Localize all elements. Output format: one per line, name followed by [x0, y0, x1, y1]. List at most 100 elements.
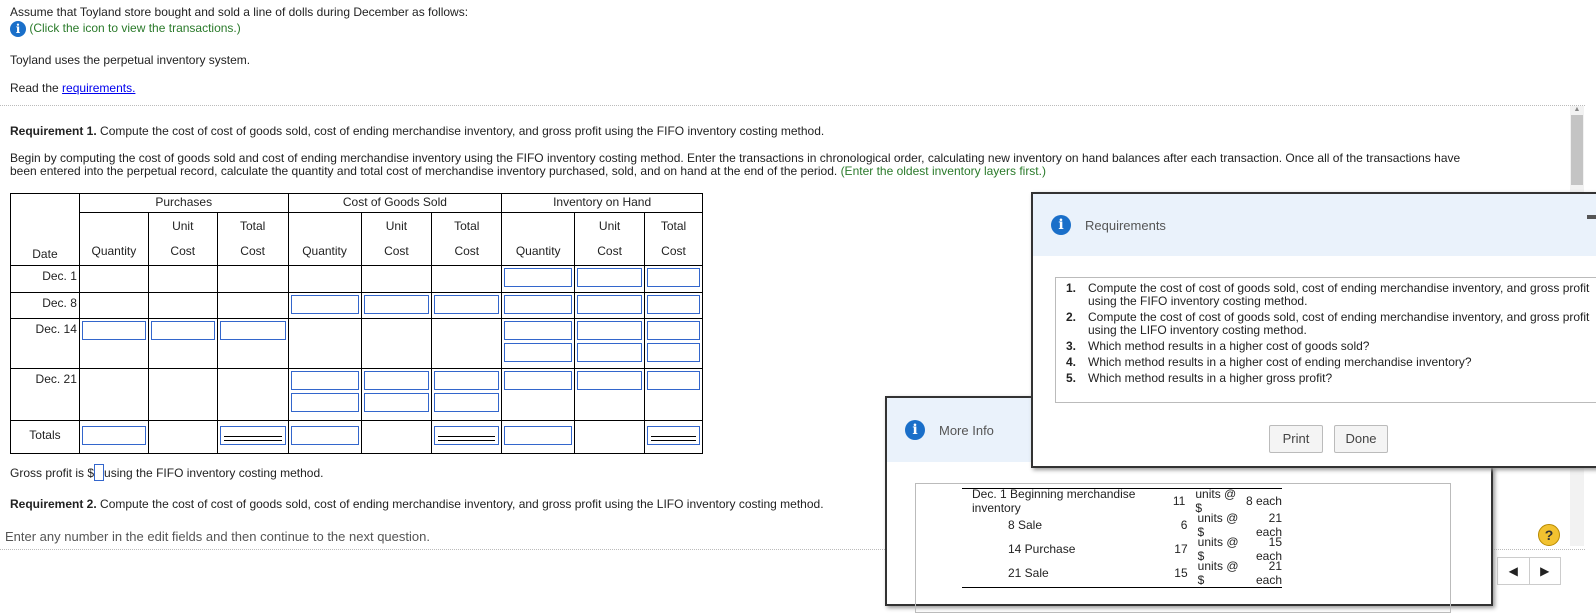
- subheader-bottom: Quantity: [91, 244, 137, 258]
- total-quantity-input[interactable]: [504, 426, 573, 445]
- req1-text: Compute the cost of cost of goods sold, …: [96, 124, 825, 138]
- amount-input[interactable]: [363, 295, 430, 314]
- amount-input[interactable]: [504, 343, 573, 362]
- amount-input[interactable]: [577, 343, 643, 362]
- subheader-bottom: Quantity: [515, 244, 561, 258]
- table-cell: [644, 318, 703, 369]
- prev-arrow-icon[interactable]: ◀: [1498, 558, 1530, 584]
- table-cell: [431, 368, 503, 421]
- amount-input[interactable]: [363, 371, 430, 390]
- amount-input[interactable]: [647, 295, 700, 314]
- table-cell: [431, 318, 503, 369]
- transaction-desc: Dec. 1 Beginning merchandise inventory: [972, 487, 1136, 515]
- subheader-top: Unit: [172, 219, 194, 233]
- amount-input[interactable]: [363, 393, 430, 412]
- next-arrow-icon[interactable]: ▶: [1530, 558, 1561, 584]
- table-cell: [216, 318, 289, 369]
- subheader-bottom: Cost: [240, 244, 265, 258]
- subheader-top: Total: [454, 219, 480, 233]
- subheader-top: [504, 214, 572, 239]
- table-cell: [360, 292, 433, 319]
- total-cost-input[interactable]: [219, 426, 286, 445]
- table-cell: [501, 292, 576, 319]
- subheader-inventory-unit-cost: Unit Cost: [574, 212, 646, 266]
- amount-input[interactable]: [577, 295, 643, 314]
- transaction-row: 14 Purchase 17 units @ $15 each: [962, 535, 1282, 563]
- subheader-cogs-unit-cost: Unit Cost: [360, 212, 433, 266]
- amount-input[interactable]: [219, 321, 286, 340]
- table-cell: [147, 265, 218, 293]
- amount-input[interactable]: [647, 268, 700, 287]
- table-cell: [216, 292, 289, 319]
- minimize-icon[interactable]: [1587, 215, 1596, 219]
- table-cell: [147, 318, 218, 369]
- table-cell: [501, 265, 576, 293]
- transaction-desc: 21 Sale: [1008, 566, 1049, 580]
- amount-input[interactable]: [577, 321, 643, 340]
- amount-input[interactable]: [290, 295, 359, 314]
- subheader-bottom: Cost: [597, 244, 622, 258]
- subheader-top: Total: [239, 219, 266, 233]
- subheader-inventory-total-cost: Total Cost: [644, 212, 703, 266]
- requirement-item: 1. Compute the cost of cost of goods sold…: [1066, 282, 1596, 308]
- amount-input[interactable]: [81, 321, 146, 340]
- gross-profit-input[interactable]: [94, 464, 105, 481]
- amount-input[interactable]: [504, 268, 573, 287]
- transaction-row: 21 Sale 15 units @ $ 21 each: [962, 559, 1282, 587]
- item-text: Compute the cost of cost of goods sold, …: [1088, 281, 1590, 308]
- row-date: Dec. 21: [10, 368, 80, 421]
- subheader-bottom: Cost: [384, 244, 409, 258]
- requirement-item: 2. Compute the cost of cost of goods sold…: [1066, 311, 1596, 337]
- transaction-units: units @ $: [1197, 559, 1239, 587]
- amount-input[interactable]: [577, 371, 643, 390]
- table-cell: [147, 368, 218, 421]
- table-cell: [360, 265, 433, 293]
- amount-input[interactable]: [434, 393, 500, 412]
- subheader-top: Unit: [598, 219, 621, 233]
- amount-input[interactable]: [150, 321, 215, 340]
- subheader-bottom: Cost: [454, 244, 480, 258]
- transactions-link[interactable]: i (Click the icon to view the transactio…: [10, 21, 241, 37]
- amount-input[interactable]: [647, 371, 700, 390]
- divider: [0, 105, 1585, 106]
- read-prefix: Read the: [10, 81, 63, 95]
- table-cell: [501, 318, 576, 369]
- item-number: 5.: [1066, 371, 1077, 385]
- requirements-list-box: 1. Compute the cost of cost of goods sold…: [1055, 277, 1596, 403]
- total-quantity-input[interactable]: [81, 426, 146, 445]
- totals-cell: [431, 420, 503, 454]
- amount-input[interactable]: [577, 268, 643, 287]
- transaction-row: 8 Sale 6 units @ $21 each: [962, 511, 1282, 539]
- info-icon[interactable]: i: [10, 21, 26, 37]
- row-date: Dec. 1: [10, 265, 80, 293]
- totals-cell: [574, 420, 646, 454]
- done-button[interactable]: Done: [1334, 425, 1388, 453]
- table-cell: [287, 318, 362, 369]
- amount-input[interactable]: [504, 321, 573, 340]
- requirements-link[interactable]: requirements.: [62, 81, 135, 95]
- info-icon: i: [905, 420, 925, 440]
- transaction-desc: 8 Sale: [1008, 518, 1043, 532]
- scroll-thumb[interactable]: [1571, 115, 1583, 185]
- table-cell: [78, 292, 149, 319]
- transaction-price: 8 each: [1245, 494, 1282, 508]
- help-icon[interactable]: ?: [1538, 524, 1560, 546]
- amount-input[interactable]: [504, 371, 573, 390]
- table-cell: [78, 318, 149, 369]
- amount-input[interactable]: [434, 371, 500, 390]
- amount-input[interactable]: [434, 295, 500, 314]
- total-quantity-input[interactable]: [290, 426, 359, 445]
- amount-input[interactable]: [504, 295, 573, 314]
- amount-input[interactable]: [647, 343, 700, 362]
- table-cell: [360, 368, 433, 421]
- table-cell: [574, 292, 646, 319]
- amount-input[interactable]: [647, 321, 700, 340]
- amount-input[interactable]: [290, 393, 359, 412]
- table-cell: [644, 368, 703, 421]
- intro-line2: Toyland uses the perpetual inventory sys…: [10, 53, 251, 67]
- amount-input[interactable]: [290, 371, 359, 390]
- print-button[interactable]: Print: [1269, 425, 1323, 453]
- scroll-up-icon[interactable]: ▲: [1570, 106, 1584, 113]
- total-cost-input[interactable]: [647, 426, 700, 445]
- total-cost-input[interactable]: [434, 426, 500, 445]
